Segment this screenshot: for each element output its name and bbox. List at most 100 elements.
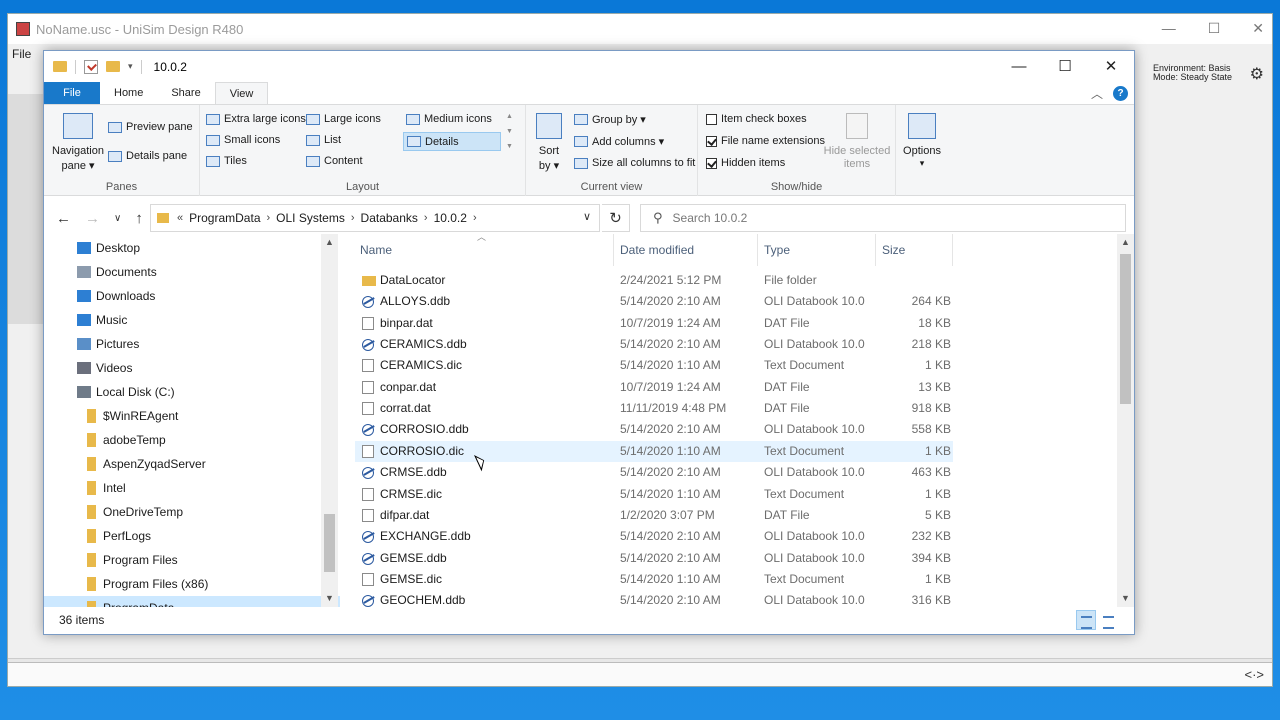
medium-icons-option[interactable]: Medium icons [406, 113, 492, 125]
item-check-boxes-toggle[interactable]: Item check boxes [706, 113, 807, 125]
preview-pane-button[interactable]: Preview pane [108, 121, 193, 133]
table-row[interactable]: EXCHANGE.ddb 5/14/2020 2:10 AM OLI Databoo… [355, 526, 953, 547]
table-row[interactable]: CRMSE.dic 5/14/2020 1:10 AM Text Document 1… [355, 484, 953, 505]
nav-item[interactable]: Music [44, 308, 340, 332]
table-row[interactable]: conpar.dat 10/7/2019 1:24 AM DAT File 13 KB [355, 377, 953, 398]
scroll-down-icon[interactable]: ▼ [1117, 590, 1134, 607]
breadcrumb-separator-icon[interactable]: › [424, 212, 428, 224]
layout-scroll-arrows[interactable]: ▲ ▼ ▼ [506, 113, 513, 150]
column-header-date-modified[interactable]: Date modified [615, 234, 758, 266]
breadcrumb-programdata[interactable]: ProgramData [189, 211, 260, 225]
nav-item[interactable]: OneDriveTemp [44, 500, 340, 524]
file-name-extensions-checkbox[interactable] [706, 135, 717, 147]
table-row[interactable]: CORROSIO.ddb 5/14/2020 2:10 AM OLI Databoo… [355, 419, 953, 440]
scroll-up-icon[interactable]: ▲ [321, 234, 338, 251]
minimize-button[interactable]: — [996, 51, 1042, 81]
file-list-scroll-thumb[interactable] [1120, 254, 1131, 404]
nav-item[interactable]: Downloads [44, 284, 340, 308]
breadcrumb-oli-systems[interactable]: OLI Systems [276, 211, 345, 225]
table-row[interactable]: CRMSE.ddb 5/14/2020 2:10 AM OLI Databook 1… [355, 462, 953, 483]
navigation-pane[interactable]: Desktop Documents Downloads Music Pictures Vi… [44, 234, 340, 607]
help-icon[interactable]: ? [1113, 86, 1128, 101]
maximize-button[interactable]: ☐ [1042, 51, 1088, 81]
column-header-size[interactable]: Size [877, 234, 953, 266]
details-view-icon[interactable] [1076, 610, 1096, 630]
large-icons-option[interactable]: Large icons [306, 113, 381, 125]
navigation-scroll-thumb[interactable] [324, 514, 335, 572]
table-row[interactable]: CERAMICS.ddb 5/14/2020 2:10 AM OLI Databoo… [355, 334, 953, 355]
breadcrumb-separator-icon[interactable]: › [351, 212, 355, 224]
gear-icon[interactable]: ⚙ [1250, 64, 1264, 84]
back-arrow-icon[interactable]: ← [56, 210, 71, 227]
up-arrow-icon[interactable]: ↑ [135, 210, 143, 227]
nav-item[interactable]: $WinREAgent [44, 404, 340, 428]
table-row[interactable]: GEOCHEM.ddb 5/14/2020 2:10 AM OLI Databook… [355, 590, 953, 607]
properties-icon[interactable] [84, 59, 98, 74]
file-list[interactable]: ︿ Name Date modified Type Size DataLocat… [355, 234, 1117, 607]
scroll-down-icon[interactable]: ▼ [321, 590, 338, 607]
nav-item[interactable]: PerfLogs [44, 524, 340, 548]
table-row[interactable]: binpar.dat 10/7/2019 1:24 AM DAT File 18 KB [355, 313, 953, 334]
hide-selected-items-button[interactable]: Hide selected items [822, 113, 892, 170]
add-columns-button[interactable]: Add columns ▾ [574, 135, 664, 148]
table-row[interactable]: ALLOYS.ddb 5/14/2020 2:10 AM OLI Databook … [355, 291, 953, 312]
list-option[interactable]: List [306, 134, 341, 146]
scroll-up-icon[interactable]: ▲ [1117, 234, 1134, 251]
table-row[interactable]: CORROSIO.dic 5/14/2020 1:10 AM Text Docume… [355, 440, 953, 462]
background-menu-file[interactable]: File [12, 47, 31, 61]
chevron-down-icon[interactable]: ▼ [506, 128, 513, 135]
bg-maximize-icon[interactable]: ☐ [1208, 20, 1221, 37]
file-explorer-window[interactable]: ▾ 10.0.2 — ☐ ✕ File Home Share View ︿ ? … [43, 50, 1135, 635]
group-by-button[interactable]: Group by ▾ [574, 113, 646, 126]
details-option[interactable]: Details [403, 132, 501, 151]
close-button[interactable]: ✕ [1088, 51, 1134, 81]
nav-item[interactable]: Program Files [44, 548, 340, 572]
address-bar[interactable]: « ProgramData › OLI Systems › Databanks … [150, 204, 600, 232]
breadcrumb-10-0-2[interactable]: 10.0.2 [434, 211, 467, 225]
table-row[interactable]: DataLocator 2/24/2021 5:12 PM File folder [355, 270, 953, 291]
breadcrumb-databanks[interactable]: Databanks [361, 211, 418, 225]
nav-item[interactable]: AspenZyqadServer [44, 452, 340, 476]
extra-large-icons-option[interactable]: Extra large icons [206, 113, 306, 125]
column-header-name[interactable]: Name [355, 234, 614, 266]
hidden-items-toggle[interactable]: Hidden items [706, 157, 785, 169]
breadcrumb-separator-icon[interactable]: › [267, 212, 271, 224]
large-icons-view-icon[interactable] [1098, 610, 1118, 630]
table-row[interactable]: CERAMICS.dic 5/14/2020 1:10 AM Text Docume… [355, 355, 953, 376]
nav-item[interactable]: Documents [44, 260, 340, 284]
tiles-option[interactable]: Tiles [206, 155, 247, 167]
table-row[interactable]: GEMSE.ddb 5/14/2020 2:10 AM OLI Databook 1… [355, 548, 953, 569]
nav-item[interactable]: Program Files (x86) [44, 572, 340, 596]
breadcrumb-overflow-icon[interactable]: « [177, 212, 183, 224]
small-icons-option[interactable]: Small icons [206, 134, 280, 146]
resize-arrows-icon[interactable]: <·> [1244, 667, 1264, 682]
address-dropdown-chevron-icon[interactable]: ∨ [583, 210, 591, 223]
tab-file[interactable]: File [44, 82, 100, 104]
recent-locations-chevron-icon[interactable]: ∨ [114, 213, 121, 224]
new-folder-icon[interactable] [106, 61, 120, 72]
table-row[interactable]: difpar.dat 1/2/2020 3:07 PM DAT File 5 KB [355, 505, 953, 526]
search-input[interactable]: ⚲ Search 10.0.2 [640, 204, 1126, 232]
nav-item[interactable]: Local Disk (C:) [44, 380, 340, 404]
item-check-boxes-checkbox[interactable] [706, 113, 717, 125]
content-option[interactable]: Content [306, 155, 363, 167]
refresh-button[interactable]: ↻ [602, 204, 630, 232]
forward-arrow-icon[interactable]: → [85, 210, 100, 227]
details-pane-button[interactable]: Details pane [108, 150, 187, 162]
navigation-pane-scrollbar[interactable]: ▲ ▼ [321, 234, 338, 607]
nav-item[interactable]: Desktop [44, 236, 340, 260]
tab-home[interactable]: Home [100, 82, 157, 104]
column-header-type[interactable]: Type [759, 234, 876, 266]
explorer-titlebar[interactable]: ▾ 10.0.2 — ☐ ✕ [44, 51, 1134, 82]
breadcrumb-separator-icon[interactable]: › [473, 212, 477, 224]
bg-minimize-icon[interactable]: — [1162, 20, 1176, 37]
more-layouts-icon[interactable]: ▼ [506, 143, 513, 150]
chevron-up-icon[interactable]: ▲ [506, 113, 513, 120]
options-button[interactable]: Options ▾ [900, 113, 944, 169]
nav-item[interactable]: Intel [44, 476, 340, 500]
navigation-pane-button[interactable]: Navigation pane ▾ [50, 113, 106, 172]
sort-by-button[interactable]: Sort by ▾ [532, 113, 566, 172]
nav-item[interactable]: Videos [44, 356, 340, 380]
collapse-ribbon-icon[interactable]: ︿ [1091, 85, 1103, 102]
table-row[interactable]: GEMSE.dic 5/14/2020 1:10 AM Text Document 1… [355, 569, 953, 590]
